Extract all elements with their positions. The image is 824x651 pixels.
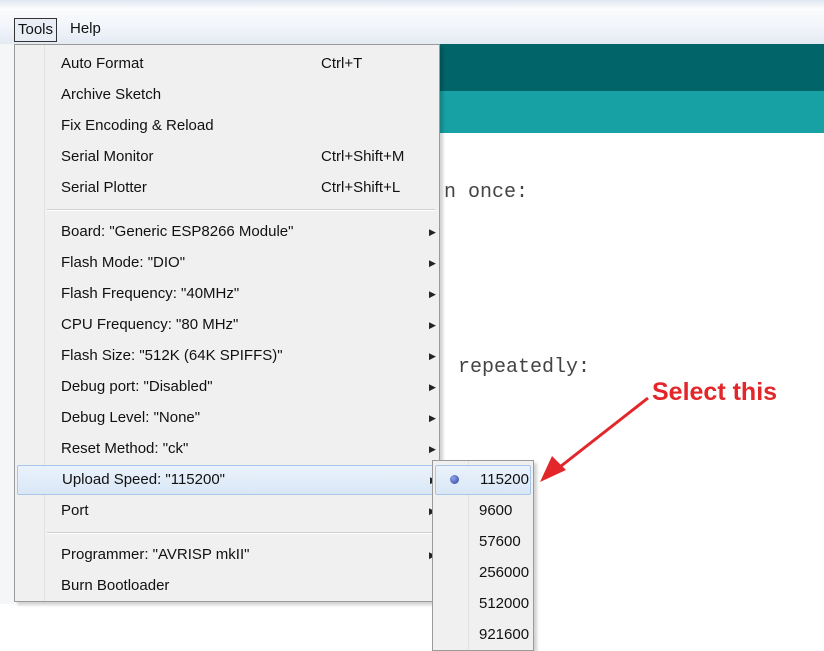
- menu-item-archive-sketch[interactable]: Archive Sketch: [15, 80, 439, 110]
- menu-item-port[interactable]: Port ▶: [15, 496, 439, 526]
- tools-menu: Auto Format Ctrl+T Archive Sketch Fix En…: [14, 44, 440, 602]
- menu-item-label: Burn Bootloader: [61, 577, 170, 594]
- speed-option-9600[interactable]: 9600: [433, 495, 533, 526]
- radio-selected-icon: [450, 475, 459, 484]
- speed-option-512000[interactable]: 512000: [433, 588, 533, 619]
- menu-item-flash-mode[interactable]: Flash Mode: "DIO" ▶: [15, 248, 439, 278]
- menu-item-label: Fix Encoding & Reload: [61, 117, 214, 134]
- menu-item-serial-monitor[interactable]: Serial Monitor Ctrl+Shift+M: [15, 142, 439, 172]
- submenu-arrow-icon: ▶: [429, 382, 436, 392]
- menu-item-label: Serial Plotter: [61, 179, 147, 196]
- speed-option-label: 9600: [479, 502, 513, 519]
- submenu-arrow-icon: ▶: [429, 351, 436, 361]
- code-line-loop: repeatedly:: [458, 356, 591, 379]
- menu-bar: Tools Help: [0, 0, 824, 45]
- menu-item-label: Auto Format: [61, 55, 144, 72]
- submenu-arrow-icon: ▶: [429, 413, 436, 423]
- submenu-arrow-icon: ▶: [429, 289, 436, 299]
- menu-item-shortcut: Ctrl+T: [321, 55, 363, 72]
- menu-item-serial-plotter[interactable]: Serial Plotter Ctrl+Shift+L: [15, 173, 439, 203]
- editor-toolbar: [440, 44, 824, 91]
- menu-item-reset-method[interactable]: Reset Method: "ck" ▶: [15, 434, 439, 464]
- submenu-arrow-icon: ▶: [429, 258, 436, 268]
- menu-item-shortcut: Ctrl+Shift+M: [321, 148, 405, 165]
- speed-option-256000[interactable]: 256000: [433, 557, 533, 588]
- speed-option-57600[interactable]: 57600: [433, 526, 533, 557]
- menu-item-board[interactable]: Board: "Generic ESP8266 Module" ▶: [15, 217, 439, 247]
- menu-item-label: Board: "Generic ESP8266 Module": [61, 223, 294, 240]
- speed-option-921600[interactable]: 921600: [433, 619, 533, 650]
- menu-item-label: Port: [61, 502, 89, 519]
- menu-item-auto-format[interactable]: Auto Format Ctrl+T: [15, 49, 439, 79]
- speed-option-label: 512000: [479, 595, 530, 612]
- annotation-text: Select this: [652, 378, 778, 406]
- speed-option-label: 256000: [479, 564, 530, 581]
- menu-item-label: Upload Speed: "115200": [62, 471, 226, 488]
- menu-item-shortcut: Ctrl+Shift+L: [321, 179, 401, 196]
- menu-item-label: Reset Method: "ck": [61, 440, 189, 457]
- menu-item-flash-frequency[interactable]: Flash Frequency: "40MHz" ▶: [15, 279, 439, 309]
- menu-separator: [47, 209, 435, 211]
- menu-item-upload-speed[interactable]: Upload Speed: "115200" ▶: [17, 465, 439, 495]
- menu-item-fix-encoding[interactable]: Fix Encoding & Reload: [15, 111, 439, 141]
- menu-item-programmer[interactable]: Programmer: "AVRISP mkII" ▶: [15, 540, 439, 570]
- menu-item-cpu-frequency[interactable]: CPU Frequency: "80 MHz" ▶: [15, 310, 439, 340]
- submenu-arrow-icon: ▶: [429, 320, 436, 330]
- menu-item-label: Debug Level: "None": [61, 409, 201, 426]
- window-top-strip: [0, 0, 824, 10]
- editor-tab-bar: [440, 91, 824, 133]
- menu-item-label: CPU Frequency: "80 MHz": [61, 316, 239, 333]
- menu-item-label: Flash Frequency: "40MHz": [61, 285, 240, 302]
- menu-item-label: Flash Size: "512K (64K SPIFFS)": [61, 347, 283, 364]
- menu-item-debug-port[interactable]: Debug port: "Disabled" ▶: [15, 372, 439, 402]
- code-line-setup: n once:: [444, 181, 529, 204]
- speed-option-label: 921600: [479, 626, 530, 643]
- menu-item-label: Debug port: "Disabled": [61, 378, 213, 395]
- menu-item-label: Programmer: "AVRISP mkII": [61, 546, 250, 563]
- speed-option-115200[interactable]: 115200: [435, 465, 531, 495]
- menu-separator: [47, 532, 435, 534]
- menu-item-debug-level[interactable]: Debug Level: "None" ▶: [15, 403, 439, 433]
- menu-tools[interactable]: Tools: [14, 18, 58, 42]
- upload-speed-submenu: 115200 9600 57600 256000 512000 921600: [432, 460, 534, 651]
- menu-item-label: Archive Sketch: [61, 86, 162, 103]
- menu-item-label: Flash Mode: "DIO": [61, 254, 186, 271]
- speed-option-label: 115200: [480, 471, 529, 488]
- menu-item-burn-bootloader[interactable]: Burn Bootloader: [15, 571, 439, 601]
- speed-option-label: 57600: [479, 533, 521, 550]
- submenu-arrow-icon: ▶: [429, 227, 436, 237]
- editor-gutter: [0, 44, 14, 604]
- menu-item-label: Serial Monitor: [61, 148, 154, 165]
- menu-help[interactable]: Help: [67, 18, 104, 40]
- menu-item-flash-size[interactable]: Flash Size: "512K (64K SPIFFS)" ▶: [15, 341, 439, 371]
